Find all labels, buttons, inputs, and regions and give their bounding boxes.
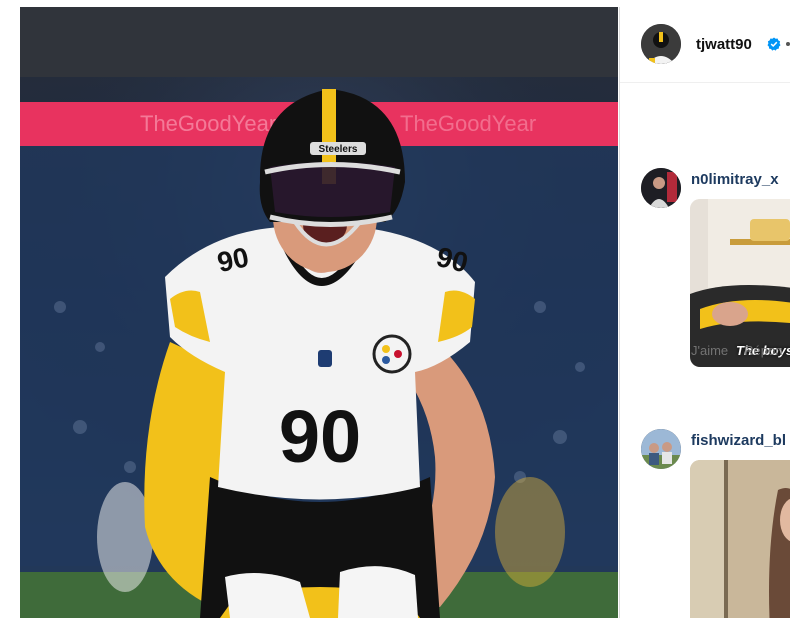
football-player-image: TheGoodYear TheGoodYear 90 90 90 Steeler… <box>20 7 618 618</box>
post-header: tjwatt90 <box>620 7 790 83</box>
verified-badge-icon <box>767 37 781 51</box>
comment-avatar[interactable] <box>641 168 681 208</box>
author-username[interactable]: tjwatt90 <box>696 36 752 53</box>
svg-text:TheGoodYear: TheGoodYear <box>140 111 276 136</box>
comment-avatar[interactable] <box>641 429 681 469</box>
comment-username[interactable]: fishwizard_bl <box>691 432 786 449</box>
comment-username[interactable]: n0limitray_x <box>691 171 779 188</box>
svg-text:90: 90 <box>279 395 361 478</box>
svg-text:90: 90 <box>215 241 252 278</box>
svg-text:TheGoodYear: TheGoodYear <box>400 111 536 136</box>
comment-media[interactable]: The boys <box>690 199 790 367</box>
post-sidebar: tjwatt90 n0limitray_x The boys J'aime Ré… <box>619 7 790 618</box>
author-avatar[interactable] <box>641 24 681 64</box>
comment-media[interactable] <box>690 460 790 618</box>
more-options-icon[interactable] <box>786 42 790 46</box>
post-photo[interactable]: TheGoodYear TheGoodYear 90 90 90 Steeler… <box>20 7 618 618</box>
svg-text:Steelers: Steelers <box>319 144 358 155</box>
like-comment-button[interactable]: J'aime <box>691 343 728 358</box>
reply-comment-button[interactable]: Répon <box>744 343 782 358</box>
comment-actions: J'aime Répon <box>691 343 790 358</box>
